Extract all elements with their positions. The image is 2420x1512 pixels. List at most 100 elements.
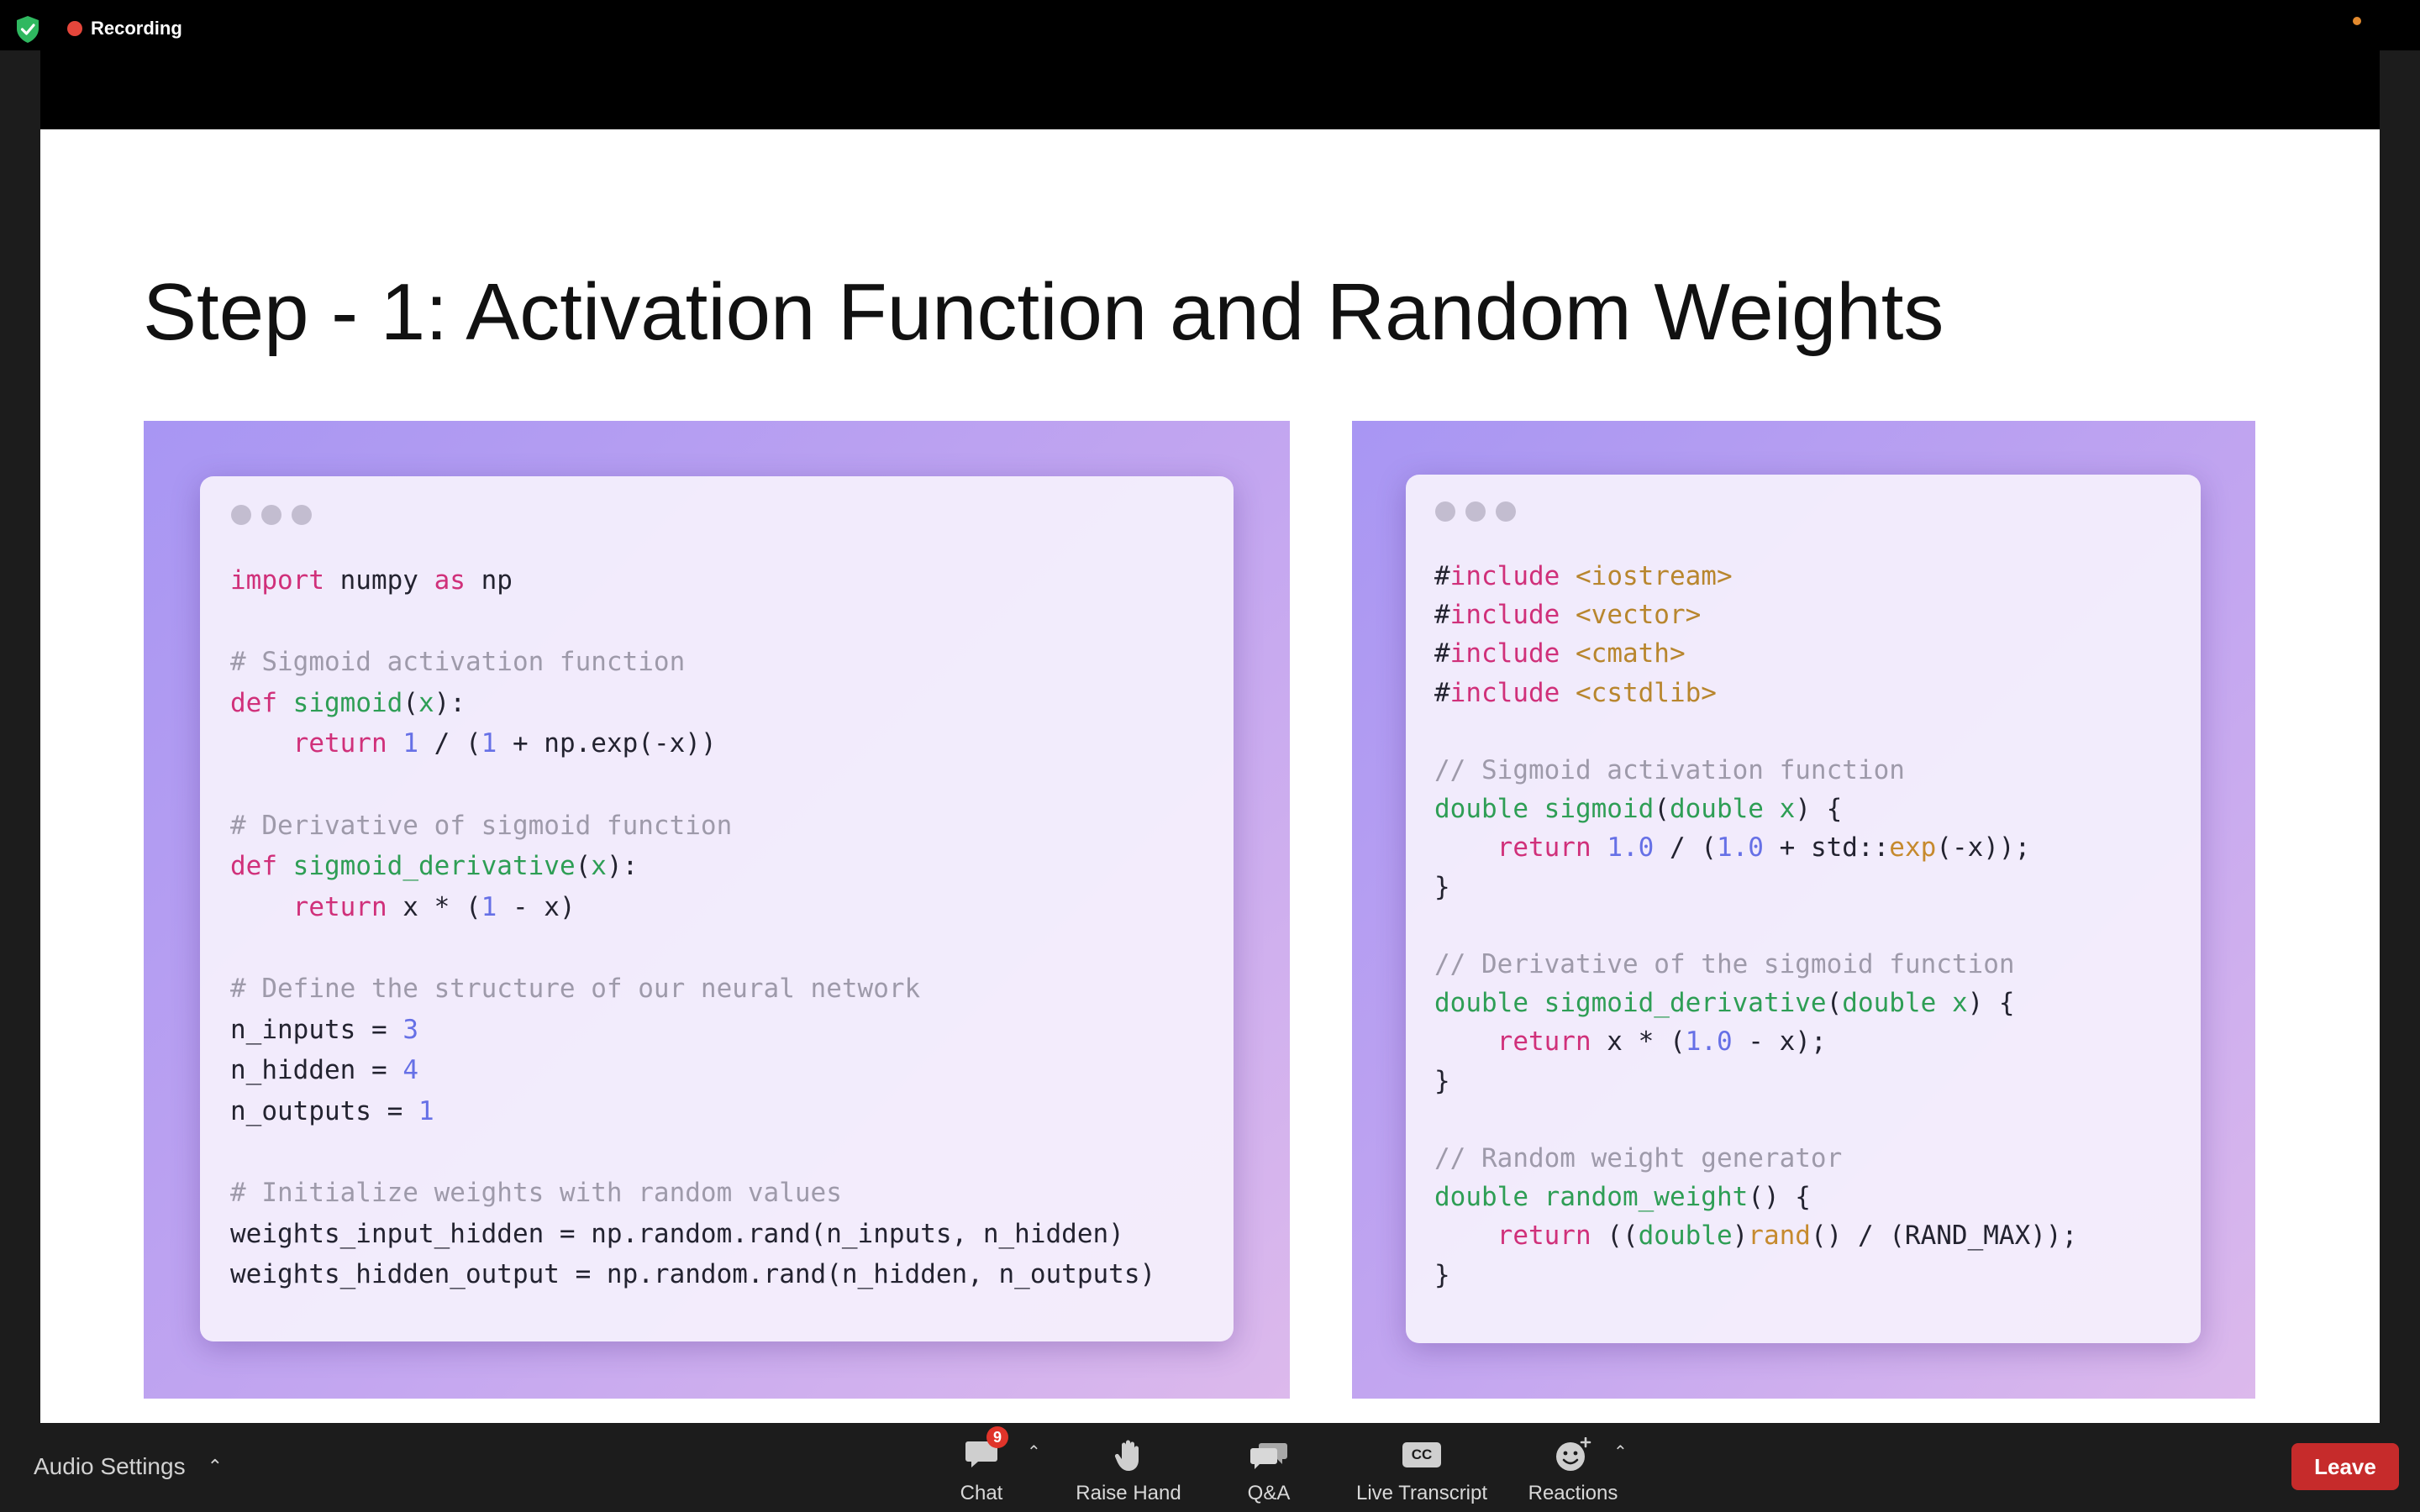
code-token: } xyxy=(1434,1259,1450,1290)
code-line: return x * (1 - x) xyxy=(230,892,576,922)
code-token: ( xyxy=(1826,988,1843,1019)
code-token: n_hidden = xyxy=(230,1055,403,1086)
code-token: - x) xyxy=(497,891,576,922)
code-token: } xyxy=(1434,1065,1450,1096)
code-token: <cstdlib> xyxy=(1560,677,1717,708)
mic-in-use-indicator xyxy=(2353,17,2361,25)
top-bar: Recording xyxy=(0,0,2420,129)
code-line: n_inputs = 3 xyxy=(230,1015,418,1045)
code-token: def xyxy=(230,687,277,718)
qa-icon xyxy=(1249,1435,1289,1475)
code-token: rand xyxy=(1748,1221,1811,1252)
reactions-button[interactable]: Reactions xyxy=(1521,1435,1625,1505)
code-token: ): xyxy=(434,687,466,718)
code-token: 1 xyxy=(418,1095,434,1126)
audio-settings-label: Audio Settings xyxy=(34,1453,186,1479)
code-line: return 1.0 / (1.0 + std::exp(-x)); xyxy=(1434,832,2031,864)
cpp-code-window: #include <iostream> #include <vector> #i… xyxy=(1406,475,2201,1343)
code-token: + std:: xyxy=(1763,832,1890,864)
recording-indicator[interactable]: Recording xyxy=(67,17,182,40)
code-line: # Sigmoid activation function xyxy=(230,647,685,677)
python-code-panel: import numpy as np # Sigmoid activation … xyxy=(144,421,1290,1399)
code-token: n_inputs = xyxy=(230,1014,403,1045)
code-line: #include <cmath> xyxy=(1434,638,1686,669)
code-line: import numpy as np xyxy=(230,565,513,596)
code-token: # Sigmoid activation function xyxy=(230,647,686,678)
code-token: ): xyxy=(606,851,639,882)
code-token: double xyxy=(1434,988,1528,1019)
code-token: / ( xyxy=(1654,832,1717,864)
code-token: - x); xyxy=(1732,1026,1827,1058)
code-token: weights_hidden_output = np.random.rand(n… xyxy=(230,1259,1156,1290)
code-token: return xyxy=(1497,1026,1591,1058)
code-token: <vector> xyxy=(1560,600,1702,631)
right-border xyxy=(2380,50,2420,1423)
cpp-code-block: #include <iostream> #include <vector> #i… xyxy=(1434,557,2077,1294)
audio-settings-button[interactable]: Audio Settings ⌃ xyxy=(34,1453,223,1480)
chat-unread-badge: 9 xyxy=(986,1426,1008,1448)
code-token: x * ( xyxy=(387,891,481,922)
code-token: // Random weight generator xyxy=(1434,1143,1843,1174)
code-token: include xyxy=(1449,638,1560,669)
code-line: // Random weight generator xyxy=(1434,1143,1842,1173)
code-token: n_outputs = xyxy=(230,1095,418,1126)
chevron-up-icon[interactable]: ⌃ xyxy=(1027,1441,1041,1462)
live-transcript-button[interactable]: CC Live Transcript xyxy=(1344,1435,1499,1505)
code-line: double sigmoid_derivative(double x) { xyxy=(1434,988,2015,1018)
code-token: 1 xyxy=(481,728,497,759)
window-dot-icon xyxy=(1465,501,1486,522)
raise-hand-label: Raise Hand xyxy=(1076,1482,1181,1504)
code-token: include xyxy=(1449,600,1560,631)
code-token: # xyxy=(1434,600,1450,631)
window-dot-icon xyxy=(1435,501,1455,522)
code-token: 1 xyxy=(402,728,418,759)
python-code-block: import numpy as np # Sigmoid activation … xyxy=(230,560,1155,1295)
code-line: n_hidden = 4 xyxy=(230,1055,418,1085)
leave-button[interactable]: Leave xyxy=(2291,1443,2399,1490)
code-line: weights_input_hidden = np.random.rand(n_… xyxy=(230,1219,1124,1249)
code-line: n_outputs = 1 xyxy=(230,1096,434,1126)
code-token: ( xyxy=(402,687,418,718)
code-line: double sigmoid(double x) { xyxy=(1434,794,1842,824)
code-token: # xyxy=(1434,561,1450,591)
closed-caption-icon: CC xyxy=(1402,1435,1442,1475)
code-token: return xyxy=(292,728,387,759)
code-token: return xyxy=(292,891,387,922)
code-token: ) xyxy=(1732,1221,1749,1252)
window-dot-icon xyxy=(1496,501,1516,522)
code-line: return ((double)rand() / (RAND_MAX)); xyxy=(1434,1221,2078,1252)
code-token: / ( xyxy=(418,728,481,759)
qa-label: Q&A xyxy=(1247,1482,1291,1504)
chevron-up-icon[interactable]: ⌃ xyxy=(1613,1441,1628,1462)
code-line: return x * (1.0 - x); xyxy=(1434,1026,1827,1057)
window-dot-icon xyxy=(231,505,251,525)
window-controls xyxy=(231,505,312,525)
qa-button[interactable]: Q&A xyxy=(1242,1435,1296,1505)
code-token: # Initialize weights with random values xyxy=(230,1177,842,1208)
chat-button[interactable]: 9 Chat xyxy=(955,1426,1008,1505)
chevron-up-icon[interactable]: ⌃ xyxy=(208,1456,223,1478)
code-token: + np.exp(-x)) xyxy=(497,728,717,759)
code-token: 1.0 xyxy=(1607,832,1655,864)
code-token: x xyxy=(1951,988,1968,1019)
code-token: x * ( xyxy=(1591,1026,1686,1058)
code-token: x xyxy=(418,687,434,718)
code-token: as xyxy=(434,565,466,596)
python-code-window: import numpy as np # Sigmoid activation … xyxy=(200,476,1234,1341)
raise-hand-button[interactable]: Raise Hand xyxy=(1074,1435,1183,1505)
window-dot-icon xyxy=(292,505,312,525)
chat-label: Chat xyxy=(960,1482,1003,1504)
code-token: 1.0 xyxy=(1716,832,1764,864)
code-token: random_weight xyxy=(1544,1182,1749,1213)
hand-icon xyxy=(1108,1435,1149,1475)
code-token: double xyxy=(1669,794,1764,825)
shield-check-icon[interactable] xyxy=(15,15,40,44)
code-token: 3 xyxy=(402,1014,418,1045)
code-token: x xyxy=(1779,794,1796,825)
code-token: return xyxy=(1497,1221,1591,1252)
code-line: return 1 / (1 + np.exp(-x)) xyxy=(230,728,717,759)
code-token: x xyxy=(591,851,607,882)
